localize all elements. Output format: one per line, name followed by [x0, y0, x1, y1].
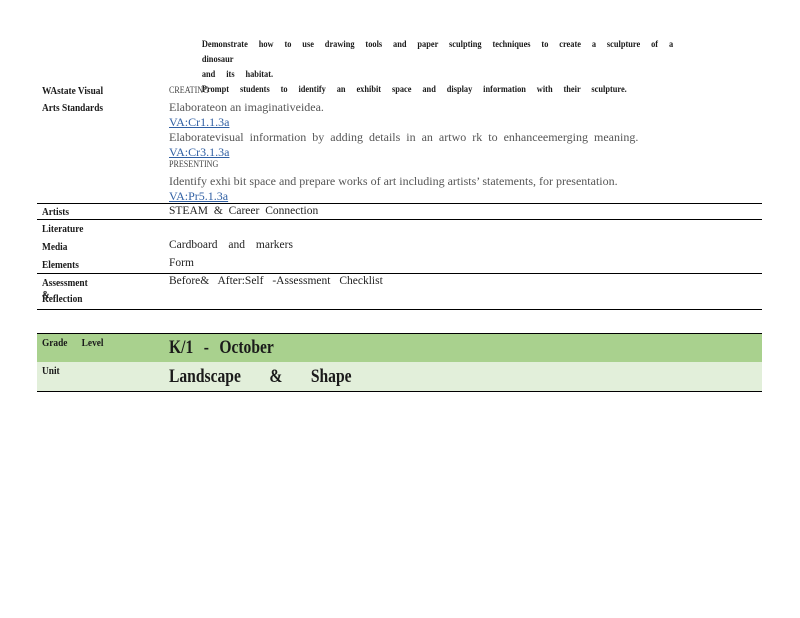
unit-value: Landscape & Shape	[169, 366, 352, 387]
activity-text: and its habitat.	[201, 70, 274, 80]
activity-text: Demonstrate how to use drawing tools and…	[201, 40, 674, 65]
reflection-label: Reflection	[42, 293, 83, 305]
row-divider	[37, 273, 762, 274]
standards-label-line2: Arts Standards	[42, 102, 104, 114]
bullet-spacer	[186, 68, 202, 83]
standard-text: Identify exhi bit space and prepare work…	[169, 174, 618, 188]
standard-code-link[interactable]: VA:Pr5.1.3a	[169, 189, 228, 204]
bullet-icon	[186, 38, 202, 68]
standard-text: Elaborateon an imaginativeidea.	[169, 100, 324, 114]
assessment-value: Before& After:Self -Assessment Checklist	[169, 275, 383, 287]
grade-level-label: Grade Level	[42, 337, 104, 349]
grade-level-band: Grade Level K/1 - October	[37, 333, 762, 363]
grade-level-value: K/1 - October	[169, 337, 274, 358]
media-label: Media	[42, 241, 68, 253]
elements-label: Elements	[42, 259, 79, 271]
list-item: Demonstrate how to use drawing tools and…	[186, 38, 679, 68]
standards-label-line1: WAstate Visual	[42, 85, 104, 97]
standard-code-link[interactable]: VA:Cr3.1.3a	[169, 145, 229, 160]
artists-label: Artists	[42, 206, 70, 218]
row-divider	[37, 203, 762, 204]
standard-text: Elaboratevisual information by adding de…	[169, 130, 639, 144]
row-divider	[37, 309, 762, 310]
literature-label: Literature	[42, 223, 84, 235]
artists-value: STEAM & Career Connection	[169, 205, 319, 217]
creating-heading: CREATING	[169, 86, 209, 96]
presenting-heading: PRESENTING	[169, 160, 219, 170]
standard-code-link[interactable]: VA:Cr1.1.3a	[169, 115, 229, 130]
unit-band: Unit Landscape & Shape	[37, 362, 762, 392]
activity-list: Demonstrate how to use drawing tools and…	[186, 38, 679, 98]
unit-label: Unit	[42, 365, 60, 377]
media-value: Cardboard and markers	[169, 239, 293, 251]
list-item: Prompt students to identify an exhibit s…	[186, 83, 679, 98]
list-item: and its habitat.	[186, 68, 679, 83]
elements-value: Form	[169, 257, 194, 269]
row-divider	[37, 219, 762, 220]
activity-text: Prompt students to identify an exhibit s…	[201, 85, 627, 95]
